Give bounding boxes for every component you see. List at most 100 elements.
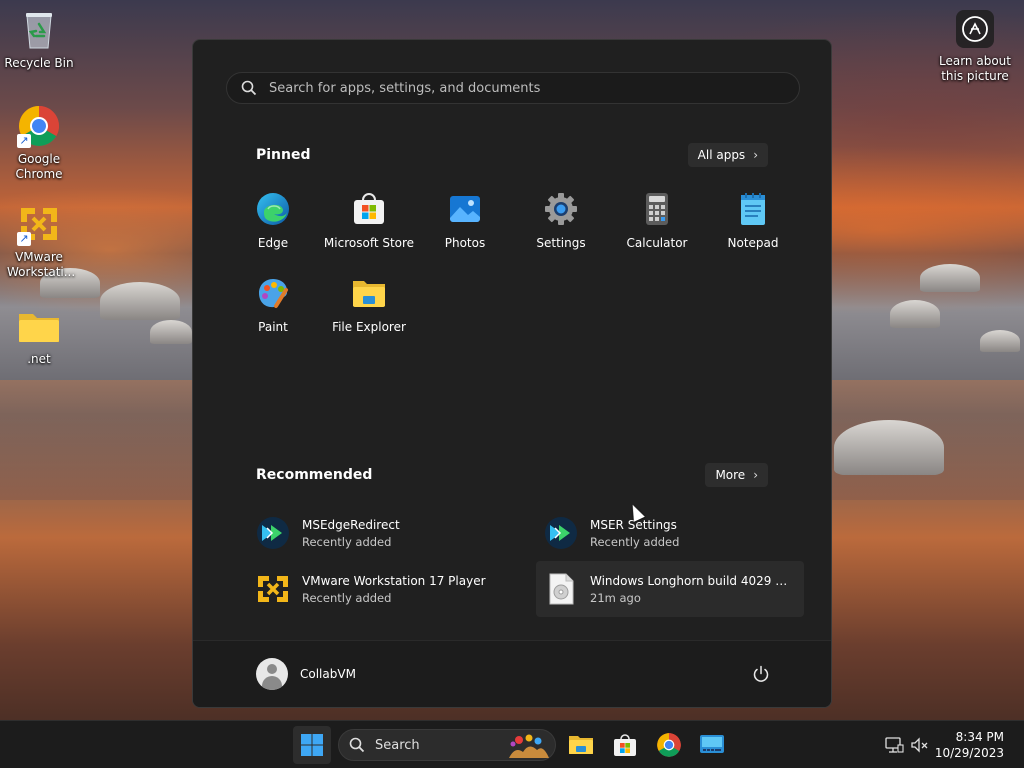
desktop-icon-label: Recycle Bin bbox=[4, 56, 74, 70]
store-icon bbox=[614, 734, 636, 756]
chrome-icon: ↗ bbox=[17, 104, 61, 148]
pinned-app-notepad[interactable]: Notepad bbox=[705, 188, 801, 272]
keyboard-display-icon bbox=[700, 735, 724, 753]
vmware-icon bbox=[256, 572, 290, 606]
file-explorer-icon bbox=[352, 276, 386, 310]
network-icon[interactable] bbox=[884, 735, 904, 755]
user-avatar[interactable] bbox=[256, 658, 288, 690]
desktop-icon-google-chrome[interactable]: ↗ Google Chrome bbox=[2, 104, 76, 182]
desktop-icon-vmware[interactable]: ↗ VMware Workstati... bbox=[2, 202, 76, 280]
pinned-app-label: Calculator bbox=[626, 236, 688, 250]
all-apps-label: All apps bbox=[697, 148, 746, 162]
calculator-icon bbox=[640, 192, 674, 226]
recommended-list: MSEdgeRedirect Recently added MSER Setti… bbox=[248, 505, 804, 617]
wallpaper-salt-mound bbox=[100, 282, 180, 320]
volume-muted-icon[interactable] bbox=[910, 735, 930, 755]
taskbar-chrome[interactable] bbox=[650, 726, 688, 764]
pinned-app-label: Settings bbox=[536, 236, 586, 250]
clock-time: 8:34 PM bbox=[955, 730, 1004, 744]
pinned-app-photos[interactable]: Photos bbox=[417, 188, 513, 272]
recommended-item-subtitle: Recently added bbox=[302, 590, 392, 605]
search-icon bbox=[349, 737, 365, 753]
recommended-item-subtitle: Recently added bbox=[590, 534, 680, 549]
pinned-app-label: Microsoft Store bbox=[323, 236, 415, 250]
wallpaper-salt-mound bbox=[834, 420, 944, 475]
taskbar-microsoft-store[interactable] bbox=[606, 726, 644, 764]
vmware-icon: ↗ bbox=[17, 202, 61, 246]
paint-icon bbox=[256, 276, 290, 310]
recommended-item-subtitle: Recently added bbox=[302, 534, 392, 549]
pinned-apps-grid: Edge Microsoft Store Photos Settings Cal… bbox=[225, 188, 801, 356]
learn-about-label: Learn about this picture bbox=[939, 54, 1011, 83]
recommended-item-longhorn-iso[interactable]: Windows Longhorn build 4029 (La... 21m a… bbox=[536, 561, 804, 617]
chevron-right-icon: › bbox=[753, 468, 758, 482]
search-highlight-balloons-icon bbox=[509, 734, 549, 758]
wallpaper-salt-mound bbox=[980, 330, 1020, 352]
recommended-item-name: Windows Longhorn build 4029 (La... bbox=[590, 573, 790, 588]
chrome-icon bbox=[657, 733, 681, 757]
start-menu-footer: CollabVM bbox=[193, 640, 831, 707]
recommended-item-mser-settings[interactable]: MSER Settings Recently added bbox=[536, 505, 804, 561]
pinned-app-label: Notepad bbox=[727, 236, 779, 250]
user-name[interactable]: CollabVM bbox=[300, 667, 356, 681]
photos-icon bbox=[448, 192, 482, 226]
power-button[interactable] bbox=[751, 664, 771, 684]
windows-logo-icon bbox=[301, 734, 323, 756]
pinned-app-label: Photos bbox=[444, 236, 486, 250]
msedgeredirect-icon bbox=[256, 516, 290, 550]
settings-gear-icon bbox=[544, 192, 578, 226]
clock-date: 10/29/2023 bbox=[934, 746, 1004, 760]
desktop-icon-recycle-bin[interactable]: Recycle Bin bbox=[2, 8, 76, 71]
taskbar-file-explorer[interactable] bbox=[562, 726, 600, 764]
start-button[interactable] bbox=[293, 726, 331, 764]
file-explorer-icon bbox=[569, 736, 593, 754]
chevron-right-icon: › bbox=[753, 148, 758, 162]
pinned-title: Pinned bbox=[256, 147, 311, 163]
desktop-icon-label: Google Chrome bbox=[15, 152, 63, 181]
taskbar-remote-app[interactable] bbox=[693, 726, 731, 764]
recommended-item-msedgeredirect[interactable]: MSEdgeRedirect Recently added bbox=[248, 505, 536, 561]
pinned-app-label: File Explorer bbox=[332, 320, 406, 334]
wallpaper-salt-mound bbox=[920, 264, 980, 292]
recycle-bin-icon bbox=[17, 8, 61, 52]
camera-lens-icon bbox=[956, 10, 994, 48]
pinned-app-file-explorer[interactable]: File Explorer bbox=[321, 272, 417, 356]
more-label: More bbox=[715, 468, 746, 482]
taskbar: Search 8:34 PM 10/29/2023 bbox=[0, 720, 1024, 768]
pinned-app-calculator[interactable]: Calculator bbox=[609, 188, 705, 272]
search-icon bbox=[241, 80, 257, 96]
start-menu: Pinned All apps › Edge bbox=[192, 39, 832, 708]
learn-about-picture[interactable]: Learn about this picture bbox=[936, 10, 1014, 84]
pinned-app-label: Edge bbox=[257, 236, 289, 250]
pinned-app-paint[interactable]: Paint bbox=[225, 272, 321, 356]
notepad-icon bbox=[736, 192, 770, 226]
folder-icon bbox=[17, 304, 61, 348]
desktop-icon-label: .net bbox=[27, 352, 51, 366]
taskbar-clock[interactable]: 8:34 PM 10/29/2023 bbox=[935, 729, 1004, 761]
taskbar-search-label: Search bbox=[375, 737, 420, 753]
wallpaper-salt-mound bbox=[150, 320, 192, 344]
desktop-icon-net-folder[interactable]: .net bbox=[2, 304, 76, 367]
edge-icon bbox=[256, 192, 290, 226]
disc-image-icon bbox=[544, 572, 578, 606]
all-apps-button[interactable]: All apps › bbox=[687, 143, 768, 167]
store-icon bbox=[352, 192, 386, 226]
pinned-app-label: Paint bbox=[258, 320, 288, 334]
recommended-item-vmware-player[interactable]: VMware Workstation 17 Player Recently ad… bbox=[248, 561, 536, 617]
pinned-app-microsoft-store[interactable]: Microsoft Store bbox=[321, 188, 417, 272]
mser-settings-icon bbox=[544, 516, 578, 550]
taskbar-search[interactable]: Search bbox=[338, 729, 556, 761]
shortcut-arrow-icon: ↗ bbox=[17, 232, 31, 246]
shortcut-arrow-icon: ↗ bbox=[17, 134, 31, 148]
recommended-item-name: VMware Workstation 17 Player bbox=[302, 573, 486, 588]
recommended-item-subtitle: 21m ago bbox=[590, 590, 641, 605]
start-search-box[interactable] bbox=[226, 72, 800, 104]
desktop-icon-label: VMware Workstati... bbox=[7, 250, 76, 279]
start-search-input[interactable] bbox=[269, 80, 769, 96]
pinned-app-edge[interactable]: Edge bbox=[225, 188, 321, 272]
recommended-item-name: MSEdgeRedirect bbox=[302, 517, 400, 532]
pinned-app-settings[interactable]: Settings bbox=[513, 188, 609, 272]
wallpaper-salt-mound bbox=[890, 300, 940, 328]
power-icon bbox=[753, 665, 769, 682]
more-button[interactable]: More › bbox=[705, 463, 768, 487]
